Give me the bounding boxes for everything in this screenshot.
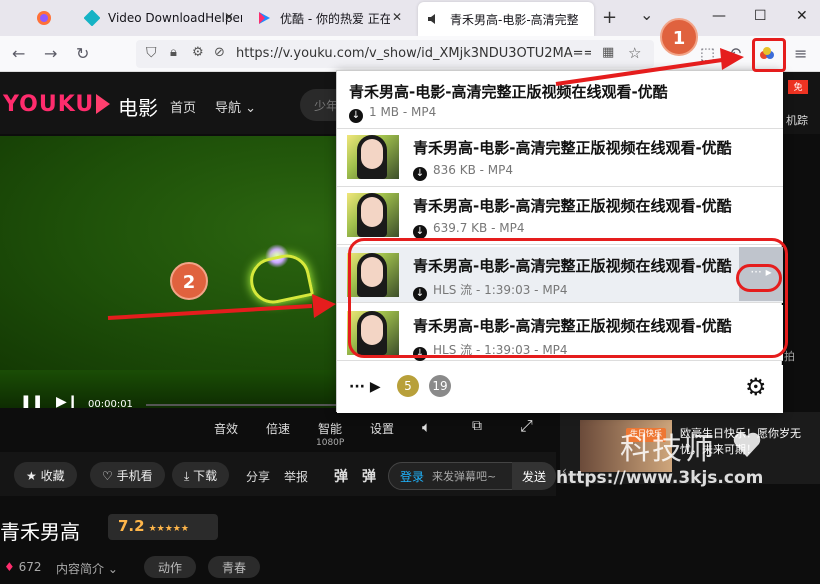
running-count-badge[interactable]: 5 <box>397 375 419 397</box>
heat-count: ♦ 672 <box>4 560 42 574</box>
download-icon: ⤓ <box>184 469 190 483</box>
login-link[interactable]: 登录 <box>400 468 424 485</box>
speed-option[interactable]: 倍速 <box>266 420 290 437</box>
collect-button[interactable]: ★ 收藏 <box>14 462 77 488</box>
danmu-toggle-icon[interactable]: 弹 <box>334 466 348 486</box>
download-icon: ↓ <box>413 167 427 181</box>
tab-firefox-home[interactable] <box>36 0 76 36</box>
menu-icon[interactable]: ≡ <box>794 44 807 63</box>
annotation-step-2: 2 <box>170 262 208 300</box>
chevron-down-icon: ⌄ <box>107 562 118 576</box>
video-thumbnail <box>347 193 399 237</box>
tag-action[interactable]: 动作 <box>144 556 197 578</box>
heart-watermark-icon <box>733 432 761 457</box>
watermark-url: https://www.3kjs.com <box>556 468 764 488</box>
tab-youku-home[interactable]: 优酷 - 你的热爱 正在热播 ✕ <box>256 0 410 36</box>
send-danmu-button[interactable]: 发送 <box>512 462 556 490</box>
star-icon: ★ <box>26 469 37 483</box>
tab-label: 青禾男高-电影-高清完整正 <box>450 12 578 27</box>
close-window-button[interactable]: ✕ <box>796 8 808 24</box>
watermark-name: 科技师 <box>620 432 716 467</box>
speaker-icon[interactable] <box>426 11 442 27</box>
history-count-badge[interactable]: 19 <box>429 375 451 397</box>
tab-label: 优酷 - 你的热爱 正在热播 <box>280 11 390 26</box>
qr-code-icon[interactable]: ▦ <box>602 45 614 60</box>
mobile-watch-button[interactable]: ♡ 手机看 <box>90 462 165 488</box>
url-text[interactable]: https://v.youku.com/v_show/id_XMjk3NDU3O… <box>236 46 591 61</box>
autoplay-blocked-icon[interactable]: ⊘ <box>214 45 225 60</box>
promo-badge[interactable]: 免 <box>788 80 808 94</box>
fullscreen-icon[interactable]: ⤢ <box>520 416 533 436</box>
media-item[interactable]: 青禾男高-电影-高清完整正版视频在线观看-优酷 ↓ 836 KB - MP4 <box>337 129 783 187</box>
video-title: 青禾男高 <box>0 520 80 544</box>
media-info: ↓ 639.7 KB - MP4 <box>413 221 524 239</box>
list-tabs-button[interactable]: ⌄ <box>640 5 653 24</box>
settings-option[interactable]: 设置 <box>370 420 394 437</box>
lock-icon[interactable]: 🔒︎ <box>170 45 177 60</box>
annotation-items-box <box>348 238 788 358</box>
quality-value: 1080P <box>316 438 345 448</box>
permissions-icon[interactable]: ⚙ <box>192 45 204 60</box>
youku-icon <box>259 12 270 24</box>
forward-icon[interactable]: → <box>44 44 57 63</box>
nav-home-link[interactable]: 首页 <box>170 97 196 116</box>
extensions-icon[interactable]: ⬚ <box>700 44 715 63</box>
gear-icon[interactable]: ⚙ <box>745 373 767 401</box>
download-icon: ↓ <box>349 109 363 123</box>
flame-icon: ♦ <box>4 560 15 574</box>
video-thumbnail <box>347 135 399 179</box>
popup-footer: ··· ▶ 5 19 ⚙ <box>337 365 783 413</box>
media-item[interactable]: 青禾男高-电影-高清完整正版视频在线观看-优酷 ↓ 1 MB - MP4 <box>337 71 783 129</box>
side-extra-label: 拍 <box>784 350 795 363</box>
danmu-input[interactable]: 来发弹幕吧~ <box>432 468 496 484</box>
danmu-settings-icon[interactable]: 弹 <box>362 466 376 486</box>
youku-play-logo-icon <box>96 94 110 114</box>
picture-in-picture-icon[interactable]: ⧉ <box>472 418 482 434</box>
tab-video-downloadhelper[interactable]: Video DownloadHelper ✕ <box>84 0 242 36</box>
intro-toggle[interactable]: 内容简介 ⌄ <box>56 560 118 577</box>
annotation-toolbar-box <box>752 38 786 72</box>
chevron-down-icon: ⌄ <box>245 101 257 116</box>
youku-logo[interactable]: YOUKU <box>3 92 94 117</box>
media-title: 青禾男高-电影-高清完整正版视频在线观看-优酷 <box>349 83 668 101</box>
nav-guide-link[interactable]: 导航 ⌄ <box>215 97 256 116</box>
annotation-step-1: 1 <box>660 18 698 56</box>
heart-icon: ♡ <box>102 469 113 483</box>
sound-effect-option[interactable]: 音效 <box>214 420 238 437</box>
media-title: 青禾男高-电影-高清完整正版视频在线观看-优酷 <box>413 197 732 215</box>
address-bar[interactable]: ⛉ 🔒︎ ⚙ ⊘ https://v.youku.com/v_show/id_X… <box>136 40 654 68</box>
reload-icon[interactable]: ↻ <box>76 44 89 63</box>
rating-stars: ★★★★★ <box>148 524 189 534</box>
tab-label: Video DownloadHelper <box>108 11 242 25</box>
section-title: 电影 <box>118 96 158 120</box>
firefox-icon <box>37 11 51 25</box>
history-label[interactable]: 机踪 <box>786 112 808 128</box>
footer-menu-button[interactable]: ··· ▶ <box>349 379 381 395</box>
bookmark-star-icon[interactable]: ☆ <box>628 44 641 62</box>
media-info: ↓ 1 MB - MP4 <box>349 105 436 123</box>
close-icon[interactable]: ✕ <box>224 10 234 24</box>
volume-icon[interactable]: 🔈︎ <box>422 418 431 436</box>
close-icon[interactable]: ✕ <box>392 10 402 24</box>
media-item[interactable]: 青禾男高-电影-高清完整正版视频在线观看-优酷 ↓ 639.7 KB - MP4 <box>337 187 783 245</box>
rating-badge: 7.2 ★★★★★ <box>108 514 218 540</box>
annotation-more-box <box>736 264 782 292</box>
media-title: 青禾男高-电影-高清完整正版视频在线观看-优酷 <box>413 139 732 157</box>
undo-icon[interactable]: ↶ <box>728 44 741 63</box>
share-link[interactable]: 分享 <box>246 468 270 485</box>
tab-youku-video[interactable]: 青禾男高-电影-高清完整正 <box>418 2 594 36</box>
golden-dragon-logo <box>245 250 315 308</box>
quality-option[interactable]: 智能 <box>318 420 342 437</box>
media-info: ↓ 836 KB - MP4 <box>413 163 513 181</box>
downloadhelper-icon <box>84 10 100 26</box>
back-icon[interactable]: ← <box>12 44 25 63</box>
new-tab-button[interactable]: + <box>602 7 617 28</box>
download-icon: ↓ <box>413 225 427 239</box>
maximize-button[interactable]: ☐ <box>754 8 767 24</box>
download-button[interactable]: ⤓ 下载 <box>172 462 230 488</box>
minimize-button[interactable]: — <box>712 8 726 24</box>
tag-youth[interactable]: 青春 <box>208 556 261 578</box>
report-link[interactable]: 举报 <box>284 468 308 485</box>
shield-icon[interactable]: ⛉ <box>146 45 157 61</box>
